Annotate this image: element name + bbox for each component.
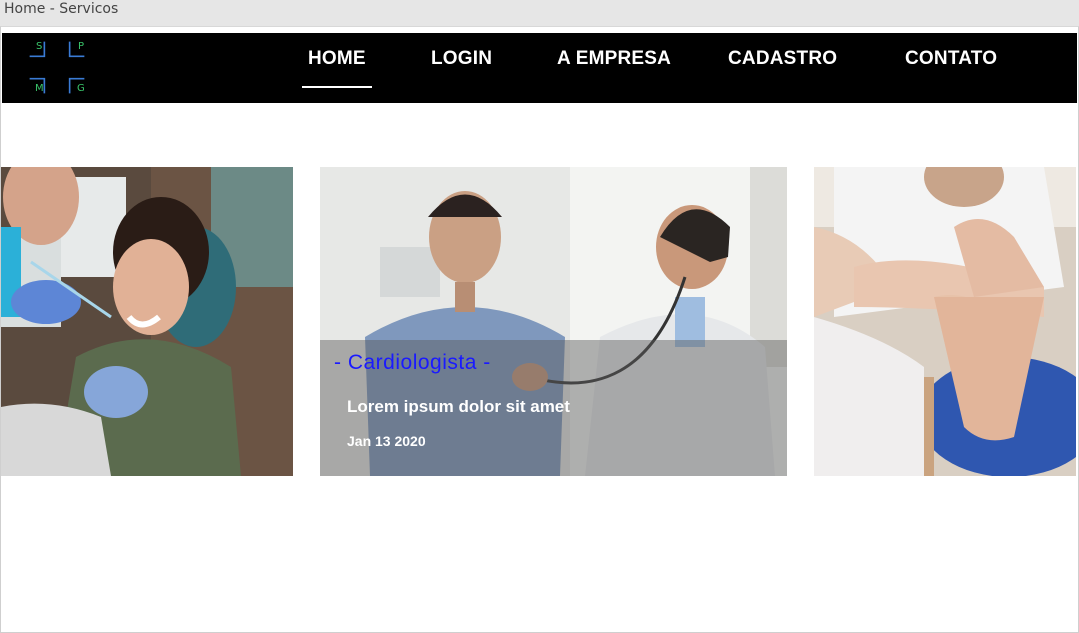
nav-cadastro-link[interactable]: CADASTRO (728, 48, 837, 78)
service-card-cardiologista[interactable]: - Cardiologista - Lorem ipsum dolor sit … (320, 167, 787, 476)
window-titlebar: Home - Servicos (0, 0, 1079, 26)
site-logo[interactable]: S P M G (28, 37, 94, 99)
nav-home-link[interactable]: HOME (302, 48, 372, 88)
physiotherapy-foot-photo (814, 167, 1076, 476)
service-card-physiotherapy[interactable] (814, 167, 1076, 476)
logo-letter-g: G (77, 83, 85, 94)
top-navbar: S P M G HOME LOGIN A EMPRESA CADASTRO CO… (2, 33, 1077, 103)
logo-letter-s: S (36, 41, 43, 52)
dentist-with-patient-photo (1, 167, 293, 476)
page-frame: S P M G HOME LOGIN A EMPRESA CADASTRO CO… (0, 26, 1079, 633)
nav-login-link[interactable]: LOGIN (431, 48, 492, 78)
nav-contato-link[interactable]: CONTATO (905, 48, 997, 78)
window-title: Home - Servicos (4, 1, 119, 17)
nav-a-empresa-link[interactable]: A EMPRESA (557, 48, 671, 78)
card-subtitle: Lorem ipsum dolor sit amet (347, 397, 570, 416)
card-title: - Cardiologista - (334, 351, 491, 374)
logo-letter-p: P (78, 41, 85, 52)
card-date: Jan 13 2020 (347, 433, 426, 449)
logo-letter-m: M (35, 83, 44, 94)
service-card-dentist[interactable] (1, 167, 293, 476)
